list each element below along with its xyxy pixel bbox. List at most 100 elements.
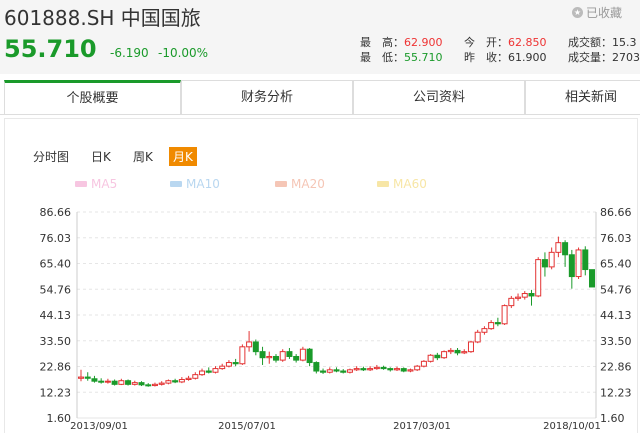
candle-body [353, 368, 360, 371]
candle-body [158, 382, 165, 385]
candle-body [172, 380, 179, 383]
candle-body [199, 370, 206, 376]
candle-body [575, 249, 582, 278]
candle-body [461, 351, 468, 354]
y-tick-label-left: 76.03 [40, 232, 72, 245]
y-tick-label-left: 33.50 [40, 335, 72, 348]
candle-body [272, 355, 279, 361]
candle-body [494, 322, 501, 325]
candle-body [286, 351, 293, 357]
candle-body [212, 368, 219, 373]
candle-body [185, 377, 192, 380]
candle-body [259, 351, 266, 359]
candle-body [98, 380, 105, 383]
y-tick-label-right: 12.23 [600, 386, 632, 399]
y-tick-label-right: 22.86 [600, 361, 632, 374]
candle-body [582, 249, 589, 271]
y-tick-label-left: 86.66 [40, 206, 72, 219]
candle-body [192, 374, 199, 379]
candle-body [111, 380, 118, 385]
y-tick-label-right: 54.76 [600, 283, 632, 296]
candle-body [340, 370, 347, 373]
candle-body [91, 378, 98, 382]
candle-body [367, 368, 374, 371]
candle-body [165, 380, 172, 384]
candle-body [481, 328, 488, 333]
y-tick-label-left: 12.23 [40, 386, 72, 399]
y-tick-label-right: 65.40 [600, 258, 632, 271]
candle-body [131, 382, 138, 385]
candle-body [380, 366, 387, 370]
candle-body [145, 384, 152, 387]
x-tick-label: 2015/07/01 [218, 421, 276, 432]
candlestick-chart[interactable]: 86.66 86.66 76.03 76.03 65.40 65.40 54.76 54.76… [0, 0, 640, 432]
candle-body [548, 251, 555, 268]
candle-body [427, 354, 434, 362]
candle-body [346, 369, 353, 373]
candle-body [138, 382, 145, 386]
candle-body [266, 355, 273, 359]
candle-body [306, 348, 313, 364]
candle-body [488, 322, 495, 330]
candle-body [78, 376, 84, 379]
candle-body [125, 380, 132, 385]
candle-body [360, 368, 367, 371]
candle-body [373, 366, 380, 370]
candle-body [239, 346, 246, 365]
candle-body [400, 368, 407, 372]
candle-body [589, 269, 595, 288]
candle-body [467, 341, 474, 353]
candle-body [562, 242, 569, 256]
candle-body [521, 293, 528, 298]
candle-body [84, 376, 91, 379]
candle-body [118, 380, 125, 385]
x-tick-label: 2013/09/01 [70, 421, 128, 432]
candle-body [151, 383, 158, 387]
y-tick-label-right: 86.66 [600, 206, 632, 219]
candle-body [219, 365, 226, 370]
candle-body [313, 362, 320, 372]
y-tick-label-right: 76.03 [600, 232, 632, 245]
candle-body [568, 254, 575, 278]
candle-body [279, 351, 286, 361]
y-tick-label-left: 65.40 [40, 258, 72, 271]
candle-body [407, 369, 414, 372]
candle-body [441, 351, 448, 359]
candle-body [434, 354, 441, 359]
candle-body [299, 348, 306, 361]
candle-body [205, 370, 212, 373]
y-tick-label-left: 44.13 [40, 309, 72, 322]
candle-body [246, 341, 253, 348]
candle-body [508, 297, 515, 307]
candle-body [420, 360, 427, 367]
y-tick-label-right: 44.13 [600, 309, 632, 322]
y-tick-label-left: 1.60 [47, 412, 72, 425]
candle-body [528, 293, 535, 297]
candle-body [326, 369, 333, 373]
candle-body [333, 369, 340, 372]
candle-body [541, 259, 548, 268]
x-tick-label: 2017/03/01 [393, 421, 451, 432]
candle-body [178, 378, 185, 383]
candle-body [555, 242, 562, 253]
candle-body [447, 349, 454, 353]
candle-body [232, 362, 239, 365]
candle-body [104, 380, 111, 383]
candle-body [535, 259, 542, 297]
x-tick-label: 2018/10/01 [543, 421, 601, 432]
y-tick-label-right: 33.50 [600, 335, 632, 348]
candle-body [454, 349, 461, 354]
y-tick-label-left: 22.86 [40, 361, 72, 374]
candle-body [225, 362, 232, 367]
candle-body [320, 370, 327, 373]
candle-body [414, 365, 421, 371]
candle-body [394, 368, 401, 371]
candle-body [474, 331, 481, 343]
candle-body [252, 341, 259, 353]
y-tick-label-left: 54.76 [40, 283, 72, 296]
candle-body [501, 305, 508, 325]
y-tick-label-right: 1.60 [600, 412, 625, 425]
candle-body [515, 296, 522, 299]
candle-body [293, 355, 300, 361]
candle-body [387, 368, 394, 371]
